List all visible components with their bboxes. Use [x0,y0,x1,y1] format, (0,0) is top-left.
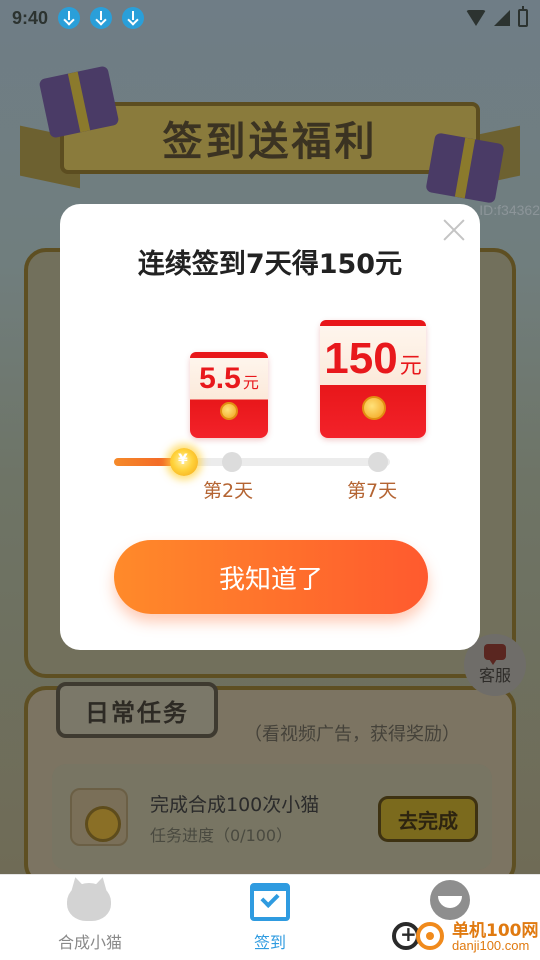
progress-dot-day7 [368,452,388,472]
download-icon [90,7,113,29]
watermark-url: danji100.com [452,938,530,953]
red-envelope-large: 150元 [320,320,426,438]
download-icon [122,7,145,29]
signin-reward-modal: 连续签到7天得150元 5.5元 150元 第2天 第7天 我知道了 [60,204,480,650]
nav-label: 合成小猫 [57,933,122,952]
status-time: 9:40 [12,7,49,28]
cat-icon [67,883,111,921]
close-icon[interactable] [442,218,466,242]
status-bar: 9:40 [0,0,540,36]
wifi-icon [466,10,486,26]
nav-item-merge-cat[interactable]: 合成小猫 [20,883,160,957]
coin-icon [362,396,386,420]
task-header: 日常任务 [56,682,218,738]
welfare-banner: 签到送福利 [20,65,520,204]
watermark-logo-icon [390,918,450,952]
task-progress: 任务进度（0/100） [150,826,293,845]
daily-task-card: 日常任务 （看视频广告，获得奖励） 完成合成100次小猫 任务进度（0/100）… [24,682,516,874]
chat-icon [484,644,506,665]
coin-icon [220,402,238,420]
nav-item-signin[interactable]: 签到 [200,883,340,957]
day-label-7: 第7天 [347,480,398,502]
task-row: 完成合成100次小猫 任务进度（0/100） 去完成 [52,764,492,870]
reward-amount: 150元 [324,334,422,383]
red-envelope-small: 5.5 元 [190,352,268,438]
site-watermark: 单机100网 danji100.com [390,912,540,958]
banner-ribbon: 签到送福利 [60,102,480,174]
task-subtitle: （看视频广告，获得奖励） [244,724,460,745]
reward-amount: 5.5 元 [199,362,259,395]
signal-icon [494,10,510,26]
day-label-2: 第2天 [203,480,254,502]
modal-title: 连续签到7天得150元 [137,249,403,280]
banner-title: 签到送福利 [162,119,378,165]
user-id: ID:f34362 [479,202,540,218]
customer-service-label: 客服 [478,666,511,685]
task-title: 完成合成100次小猫 [150,794,320,816]
progress-dot-day2 [222,452,242,472]
download-icon [58,7,81,29]
nav-label: 签到 [253,933,286,952]
task-complete-button[interactable]: 去完成 [378,796,478,842]
task-header-label: 日常任务 [85,698,189,727]
got-it-button[interactable]: 我知道了 [114,540,428,614]
battery-icon [518,6,528,27]
gift-box-icon [425,132,505,204]
status-indicators [466,6,528,27]
medal-icon [70,788,128,846]
signin-progress-track [114,458,390,466]
coin-icon [170,448,198,476]
calendar-check-icon [250,883,290,921]
